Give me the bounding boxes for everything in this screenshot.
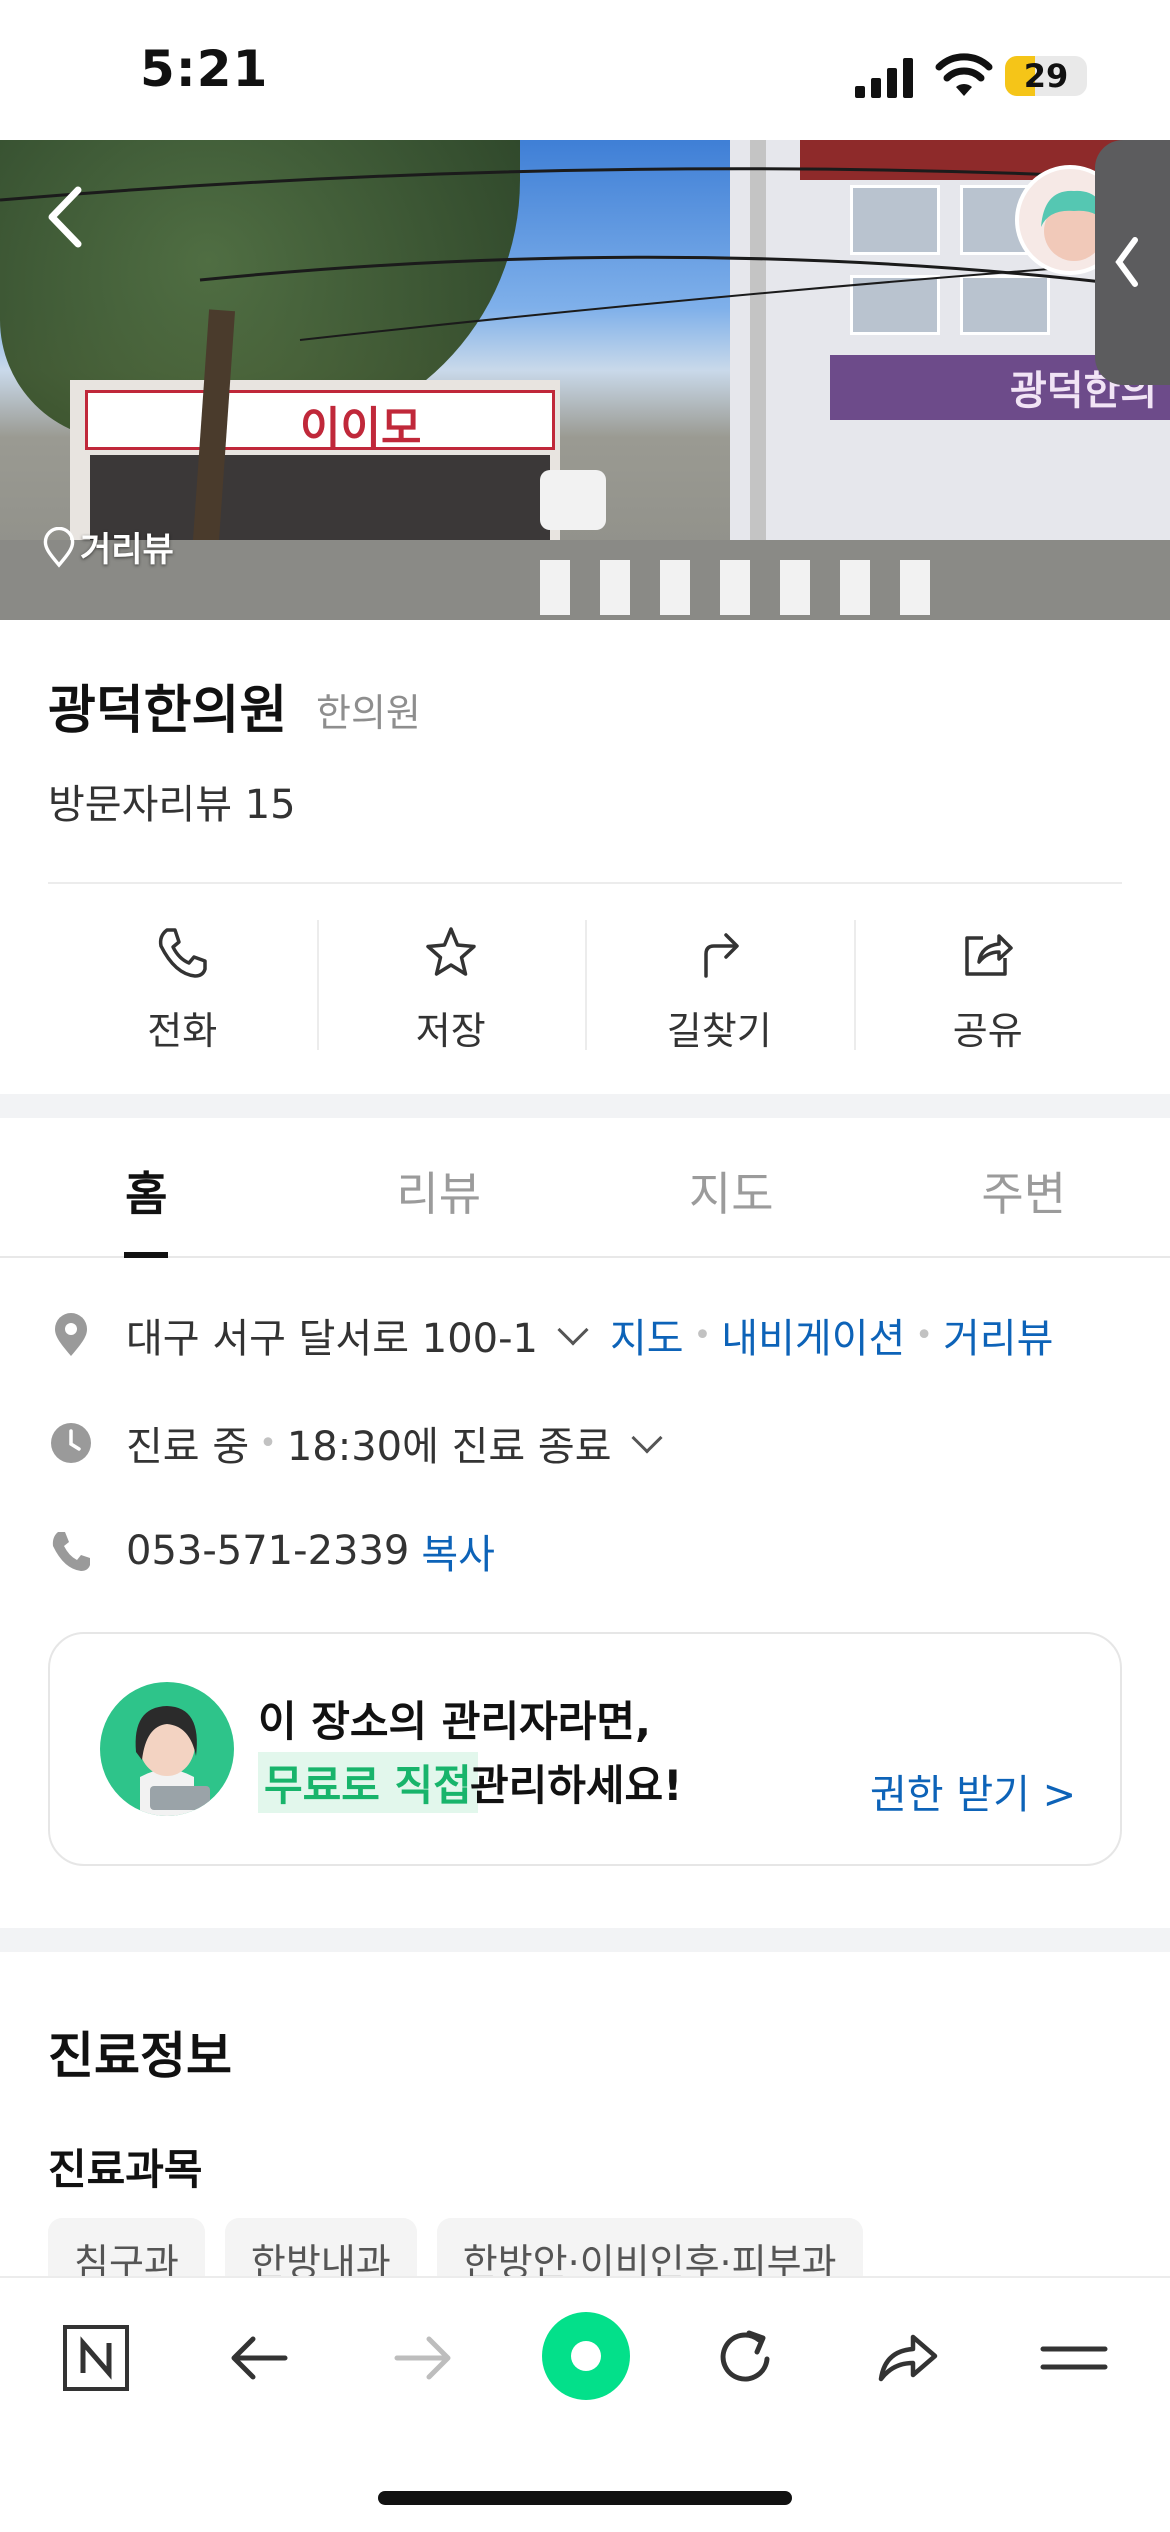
- save-label: 저장: [415, 1009, 486, 1053]
- arrow-left-icon: [231, 2336, 288, 2380]
- crosswalk-stripe: [780, 560, 810, 615]
- owner-card-title: 이 장소의 관리자라면,: [258, 1697, 651, 1746]
- open-status: 진료 중: [126, 1424, 250, 1470]
- visitor-review-link[interactable]: 방문자리뷰 15: [48, 772, 296, 830]
- department-chip: 침구과: [48, 2218, 205, 2278]
- side-panel-tab[interactable]: [1095, 140, 1170, 385]
- section-subtitle: 진료과목: [48, 2145, 203, 2194]
- clock-icon: [51, 1423, 91, 1463]
- claim-permission-link[interactable]: 권한 받기 >: [870, 1762, 1076, 1820]
- star-icon: [426, 927, 476, 976]
- share-button[interactable]: 공유: [853, 900, 1123, 1070]
- section-title: 진료정보: [48, 2027, 232, 2085]
- place-name: 광덕한의원: [48, 681, 288, 741]
- battery-percent: 29: [1023, 57, 1069, 95]
- phone-row: 053-571-2339 복사: [48, 1516, 1138, 1586]
- owner-card-highlight: 무료로 직접: [258, 1752, 478, 1813]
- chevron-left-icon: [1115, 237, 1138, 287]
- power-lines: [0, 167, 1170, 341]
- crosswalk-stripe: [540, 560, 570, 615]
- crosswalk-stripe: [900, 560, 930, 615]
- call-label: 전화: [147, 1009, 218, 1053]
- dot-separator: •: [259, 1425, 277, 1461]
- share-label: 공유: [952, 1009, 1023, 1053]
- tab-home[interactable]: 홈: [0, 1118, 293, 1258]
- manager-illustration: [100, 1682, 234, 1816]
- street-view-label: 거리뷰: [80, 530, 174, 570]
- naver-n-icon: [63, 2325, 129, 2391]
- crosswalk-stripe: [840, 560, 870, 615]
- arrow-right-icon: [394, 2336, 451, 2380]
- section-separator: [0, 1928, 1170, 1952]
- department-chip: 한방내과: [224, 2218, 417, 2278]
- directions-label: 길찾기: [666, 1009, 772, 1053]
- status-time: 5:21: [140, 40, 269, 98]
- location-pin-icon: [55, 1313, 87, 1356]
- back-button[interactable]: [220, 2318, 300, 2398]
- back-chevron-icon[interactable]: [40, 182, 90, 252]
- address-row: 대구 서구 달서로 100-1 지도 • 내비게이션 • 거리뷰: [48, 1300, 1138, 1370]
- hamburger-menu-icon: [1040, 2346, 1108, 2370]
- tab-bar: 홈 리뷰 지도 주변: [0, 1118, 1170, 1258]
- street-view-link[interactable]: 거리뷰: [943, 1306, 1053, 1364]
- menu-button[interactable]: [1034, 2318, 1114, 2398]
- share-page-button[interactable]: [868, 2318, 948, 2398]
- crosswalk-stripe: [600, 560, 630, 615]
- hours-row[interactable]: 진료 중 • 18:30에 진료 종료: [48, 1408, 1138, 1478]
- directions-icon: [704, 933, 739, 978]
- reload-button[interactable]: [706, 2318, 786, 2398]
- owner-card-subtitle: 관리하세요!: [470, 1761, 683, 1810]
- closing-time: 18:30에 진료 종료: [286, 1424, 612, 1470]
- place-category: 한의원: [316, 691, 421, 735]
- save-button[interactable]: 저장: [316, 900, 586, 1070]
- map-pin-icon: [43, 526, 75, 568]
- green-dot-icon: [542, 2312, 630, 2400]
- home-indicator: [378, 2491, 792, 2505]
- dot-separator: •: [915, 1317, 933, 1353]
- copy-button[interactable]: 복사: [421, 1522, 495, 1580]
- department-chips: 침구과 한방내과 한방안·이비인후·피부과: [48, 2218, 863, 2278]
- expand-chevron-icon[interactable]: [630, 1422, 663, 1454]
- reload-icon: [720, 2330, 770, 2382]
- call-button[interactable]: 전화: [48, 900, 317, 1070]
- address-text: 대구 서구 달서로 100-1: [126, 1316, 538, 1362]
- expand-chevron-icon[interactable]: [557, 1314, 589, 1346]
- crosswalk-stripe: [720, 560, 750, 615]
- action-bar: 전화 저장 길찾기 공유: [48, 900, 1122, 1070]
- share-arrow-icon: [878, 2334, 938, 2382]
- section-separator: [0, 1094, 1170, 1118]
- tab-map[interactable]: 지도: [585, 1118, 878, 1256]
- tab-nearby[interactable]: 주변: [878, 1118, 1170, 1256]
- navigation-link[interactable]: 내비게이션: [721, 1306, 905, 1364]
- naver-home-button[interactable]: [56, 2318, 136, 2398]
- street-view-photo[interactable]: 광덕한의 이이모 거리뷰: [0, 140, 1170, 620]
- phone-icon: [159, 928, 207, 978]
- divider: [48, 882, 1122, 884]
- phone-number[interactable]: 053-571-2339: [126, 1528, 409, 1574]
- department-chip: 한방안·이비인후·피부과: [436, 2218, 863, 2278]
- phone-icon: [52, 1532, 90, 1571]
- dot-separator: •: [693, 1317, 712, 1353]
- directions-button[interactable]: 길찾기: [585, 900, 854, 1070]
- cellular-signal-icon: [855, 58, 913, 98]
- wifi-icon: [935, 53, 993, 96]
- road: [0, 540, 1170, 620]
- street-view-button[interactable]: 거리뷰: [42, 522, 174, 571]
- crosswalk-stripe: [660, 560, 690, 615]
- green-dot-button[interactable]: [538, 2308, 634, 2404]
- map-link[interactable]: 지도: [610, 1306, 684, 1364]
- forward-button[interactable]: [382, 2318, 462, 2398]
- tab-reviews[interactable]: 리뷰: [293, 1118, 586, 1256]
- share-icon: [965, 934, 1013, 976]
